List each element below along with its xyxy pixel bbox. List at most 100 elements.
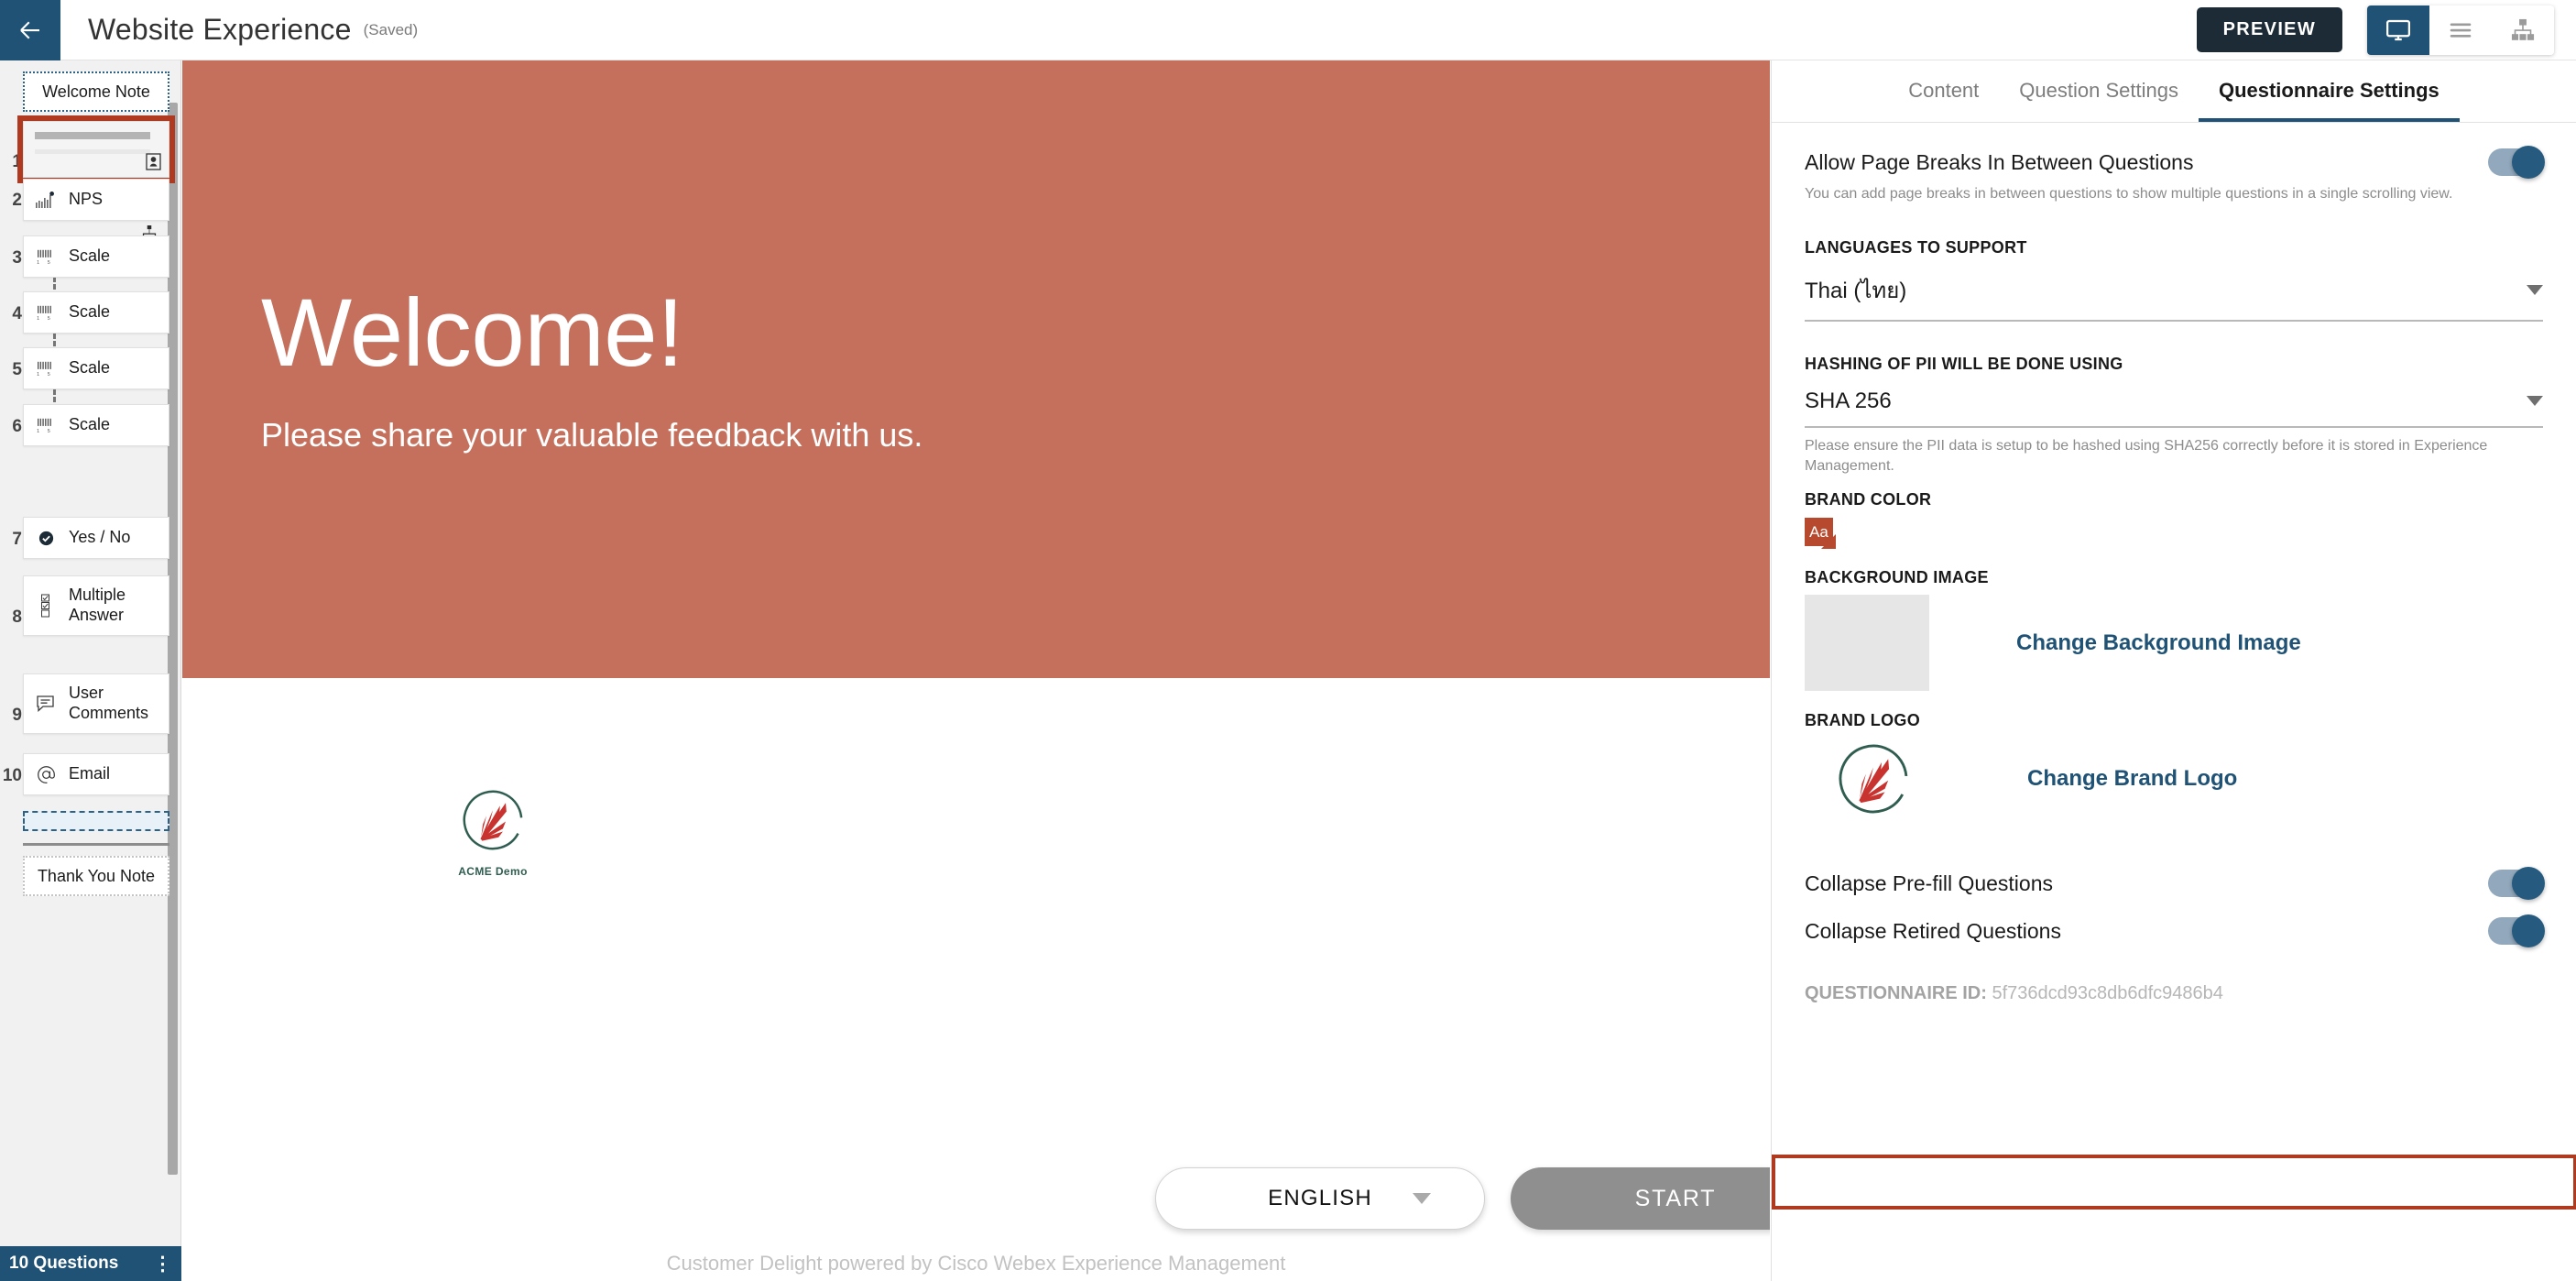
collapse-retired-toggle[interactable] (2488, 914, 2545, 948)
question-label-10: Email (69, 764, 111, 783)
sitemap-icon (2511, 18, 2535, 40)
powered-by-text: Customer Delight powered by Cisco Webex … (666, 1252, 1286, 1275)
question-number-4: 4 (12, 304, 22, 323)
collapse-prefill-toggle[interactable] (2488, 867, 2545, 901)
back-button[interactable] (0, 0, 60, 60)
question-label-7: Yes / No (69, 528, 131, 547)
sidebar-item-question-3[interactable]: 15 Scale (23, 235, 169, 278)
question-label-5: Scale (69, 358, 111, 378)
welcome-hero: Welcome! Please share your valuable feed… (182, 60, 1770, 678)
sidebar-item-question-8[interactable]: Multiple Answer (23, 575, 169, 636)
questionnaire-preview: Welcome! Please share your valuable feed… (182, 60, 1770, 1281)
scale-icon: 15 (34, 248, 58, 265)
toggle-knob (2512, 146, 2545, 179)
card-line-placeholder (35, 149, 150, 154)
toggle-knob (2512, 867, 2545, 901)
questionnaire-id-label: QUESTIONNAIRE ID: (1805, 983, 1987, 1004)
section-divider (23, 843, 169, 846)
collapse-prefill-highlight (1772, 1155, 2576, 1210)
question-label-8: Multiple Answer (69, 586, 126, 624)
svg-text:1: 1 (37, 429, 39, 433)
language-selector[interactable]: ENGLISH (1155, 1167, 1485, 1230)
vertical-dots-icon[interactable]: ⋮ (153, 1254, 172, 1274)
hashing-label: HASHING OF PII WILL BE DONE USING (1805, 354, 2123, 373)
sidebar-footer: 10 Questions ⋮ (0, 1246, 181, 1281)
desktop-view-button[interactable] (2367, 5, 2429, 55)
topbar-actions: PREVIEW (2196, 5, 2576, 55)
question-number-10: 10 (2, 766, 22, 785)
setting-collapse-prefill: Collapse Pre-fill Questions (1805, 844, 2545, 901)
preview-button[interactable]: PREVIEW (2196, 7, 2342, 52)
hashing-value: SHA 256 (1805, 388, 1892, 413)
svg-text:1: 1 (37, 260, 39, 265)
start-button[interactable]: START (1511, 1167, 1770, 1230)
svg-text:5: 5 (48, 429, 50, 433)
question-number-1: 1 (12, 152, 22, 171)
top-bar: Website Experience (Saved) PREVIEW (0, 0, 2576, 60)
drop-slot[interactable] (23, 811, 169, 831)
brand-color-swatch[interactable]: Aa (1805, 518, 1836, 550)
svg-text:5: 5 (48, 260, 50, 265)
sidebar-item-question-5[interactable]: 1 5 Scale (23, 347, 169, 389)
flow-view-button[interactable] (2492, 5, 2554, 55)
languages-label: LANGUAGES TO SUPPORT (1805, 237, 2027, 257)
brand-logo-thumbnail[interactable] (1832, 738, 1915, 820)
tab-question-settings[interactable]: Question Settings (1999, 79, 2199, 122)
sidebar-item-question-4[interactable]: 15 Scale (23, 291, 169, 334)
settings-body: Allow Page Breaks In Between Questions Y… (1772, 123, 2576, 1210)
sidebar-item-welcome-note[interactable]: Welcome Note (23, 71, 169, 112)
settings-tabs: Content Question Settings Questionnaire … (1772, 60, 2576, 123)
tab-content[interactable]: Content (1888, 79, 1999, 122)
allow-page-breaks-label: Allow Page Breaks In Between Questions (1805, 149, 2194, 174)
view-mode-group (2367, 5, 2554, 55)
hashing-select[interactable]: SHA 256 (1805, 389, 2543, 428)
badge-card-icon (146, 153, 161, 170)
change-background-image-link[interactable]: Change Background Image (2016, 630, 2301, 656)
svg-text:5: 5 (48, 316, 50, 321)
sidebar-item-question-7[interactable]: Yes / No (23, 517, 169, 559)
checklist-icon (34, 594, 58, 618)
chevron-down-icon (2527, 396, 2543, 407)
list-icon (2450, 22, 2472, 38)
comment-icon (34, 695, 58, 713)
preview-brand-mark: ACME Demo (444, 784, 541, 878)
sidebar-item-thank-you-note[interactable]: Thank You Note (23, 856, 169, 896)
list-view-button[interactable] (2429, 5, 2492, 55)
scale-icon: 15 (34, 417, 58, 433)
sidebar-item-question-1[interactable] (17, 115, 175, 183)
question-number-8: 8 (12, 608, 22, 627)
svg-text:1: 1 (37, 372, 39, 377)
allow-page-breaks-toggle[interactable] (2488, 146, 2545, 179)
change-brand-logo-link[interactable]: Change Brand Logo (2027, 766, 2237, 792)
tab-questionnaire-settings[interactable]: Questionnaire Settings (2198, 79, 2460, 122)
page-title: Website Experience (88, 13, 352, 46)
thank-you-note-label: Thank You Note (37, 866, 156, 885)
acme-logo-icon (463, 790, 523, 850)
hero-title: Welcome! (261, 279, 683, 387)
sidebar-item-question-2[interactable]: NPS (23, 179, 169, 221)
acme-logo-icon (1839, 744, 1908, 814)
svg-text:5: 5 (48, 372, 50, 377)
question-label-2: NPS (69, 190, 104, 209)
question-number-5: 5 (12, 360, 22, 379)
sidebar-item-question-10[interactable]: Email (23, 753, 169, 795)
allow-page-breaks-help: You can add page breaks in between quest… (1805, 186, 2453, 202)
nps-bars-icon (34, 192, 58, 208)
question-count-label: 10 Questions (9, 1254, 119, 1273)
arrow-left-icon (20, 20, 39, 39)
sidebar-item-question-6[interactable]: 15 Scale (23, 404, 169, 446)
monitor-icon (2386, 19, 2410, 40)
brand-logo-row: Change Brand Logo (1805, 738, 2543, 820)
question-number-9: 9 (12, 706, 22, 725)
scale-icon: 15 (34, 304, 58, 321)
saved-status: (Saved) (363, 20, 419, 38)
sidebar-item-question-9[interactable]: User Comments (23, 673, 169, 734)
language-value: ENGLISH (1268, 1186, 1372, 1210)
background-image-thumbnail[interactable] (1805, 595, 1929, 692)
sidebar-scroll-area: Welcome Note 1 2 NPS 3 1 5 Scale 4 1 5 S… (0, 60, 181, 1246)
hero-subtitle: Please share your valuable feedback with… (261, 415, 923, 454)
background-image-row: Change Background Image (1805, 595, 2543, 692)
question-number-3: 3 (12, 248, 22, 268)
languages-select[interactable]: Thai (ไทย) (1805, 272, 2543, 322)
question-label-3: Scale (69, 246, 111, 266)
